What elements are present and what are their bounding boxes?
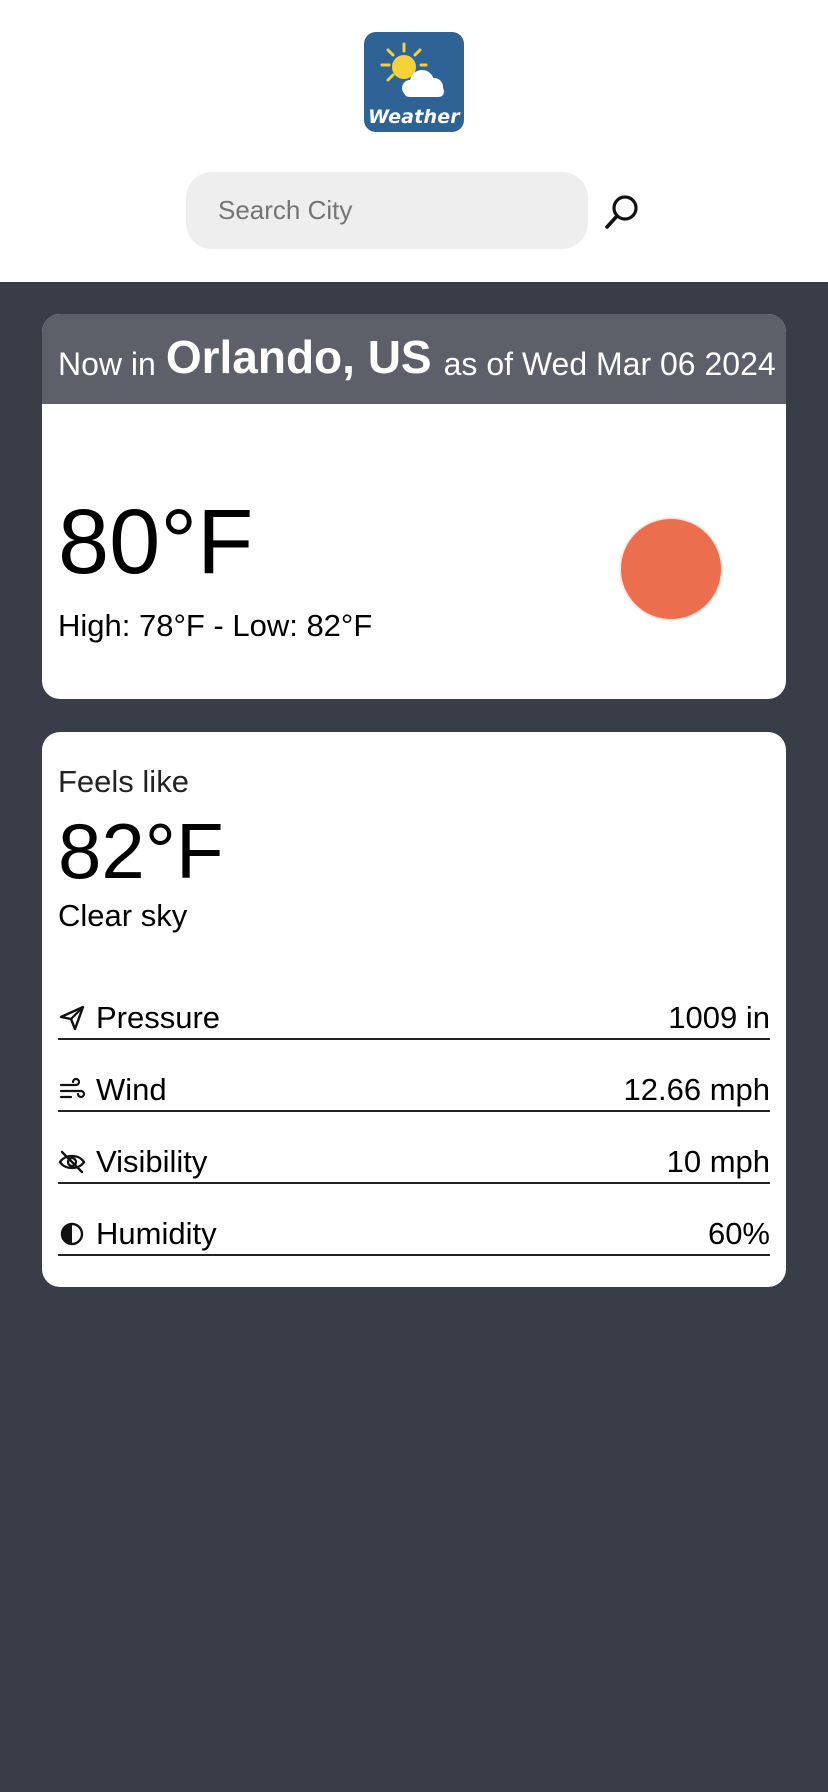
metric-value: 60% bbox=[707, 1216, 770, 1251]
metric-row-wind: Wind 12.66 mph bbox=[58, 1070, 770, 1112]
sun-icon bbox=[621, 519, 721, 619]
search-button[interactable] bbox=[600, 190, 644, 234]
feels-like-label: Feels like bbox=[58, 764, 189, 799]
half-drop-icon bbox=[58, 1220, 86, 1248]
metric-label: Visibility bbox=[96, 1144, 208, 1179]
search-icon bbox=[605, 195, 638, 229]
wind-icon bbox=[58, 1076, 86, 1104]
city-name: Orlando, US bbox=[165, 331, 432, 383]
app-header: Weather bbox=[0, 0, 828, 282]
now-in-label: Now in bbox=[58, 346, 156, 382]
metric-label: Wind bbox=[96, 1072, 167, 1107]
metric-row-humidity: Humidity 60% bbox=[58, 1214, 770, 1256]
feels-like-temperature: 82°F bbox=[58, 807, 224, 895]
details-card: Feels like 82°F Clear sky Pressure 1009 … bbox=[42, 732, 786, 1287]
date-label: as of Wed Mar 06 2024 bbox=[443, 346, 776, 382]
metric-value: 12.66 mph bbox=[623, 1072, 771, 1107]
high-low-temperature: High: 78°F - Low: 82°F bbox=[58, 608, 373, 643]
eye-off-icon bbox=[58, 1148, 86, 1176]
metric-row-pressure: Pressure 1009 in bbox=[58, 998, 770, 1040]
paper-plane-icon bbox=[58, 1004, 86, 1032]
logo-text: Weather bbox=[368, 106, 460, 128]
metric-row-visibility: Visibility 10 mph bbox=[58, 1142, 770, 1184]
metric-label: Humidity bbox=[96, 1216, 217, 1251]
metric-label: Pressure bbox=[96, 1000, 221, 1035]
current-temperature: 80°F bbox=[58, 491, 254, 593]
metric-value: 1009 in bbox=[668, 1000, 770, 1035]
current-weather-heading: Now in Orlando, US as of Wed Mar 06 2024 bbox=[42, 314, 786, 404]
condition-text: Clear sky bbox=[58, 898, 188, 933]
search-input[interactable] bbox=[186, 172, 588, 249]
metric-value: 10 mph bbox=[666, 1144, 770, 1179]
weather-logo: Weather bbox=[364, 32, 464, 132]
